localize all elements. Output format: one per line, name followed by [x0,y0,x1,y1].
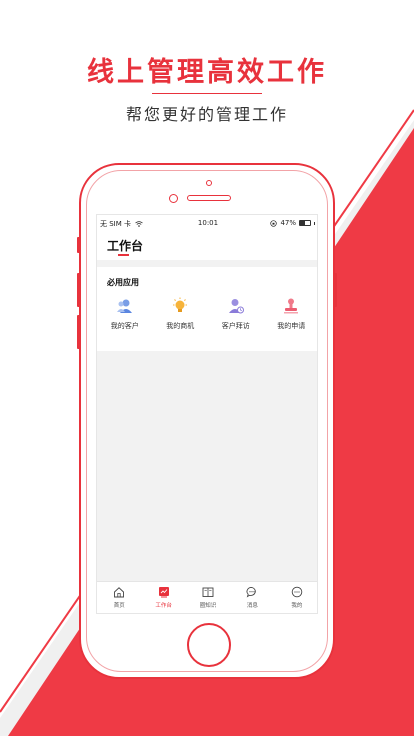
profile-icon [291,586,303,598]
home-icon [114,587,125,598]
tab-label: 我的 [291,603,303,609]
phone-frame: 无 SIM 卡 10:01 47% 工作台 必用应用 我的客户 我的商机 客户拜… [77,163,337,679]
headline-divider [152,93,262,94]
title-underline [118,254,129,256]
stamp-icon [284,298,299,314]
battery-percent: 47% [280,219,296,227]
app-label: 我的申请 [277,322,306,330]
status-bar: 无 SIM 卡 10:01 47% [97,215,317,231]
tab-label: 工作台 [155,603,172,609]
app-label: 我的商机 [166,322,195,330]
battery-icon [299,220,311,226]
phone-volume-up [77,273,80,307]
battery-cap [314,221,315,225]
tab-label: 圈知识 [199,603,217,609]
message-icon [246,587,257,598]
promo-headline: 线上管理高效工作 [87,57,327,88]
tab-profile[interactable]: 我的 [275,582,317,613]
book-icon [202,587,214,597]
tab-label: 消息 [246,603,258,609]
nav-bar: 工作台 [97,231,317,260]
proximity-sensor [169,194,178,203]
workbench-icon [158,587,169,598]
lightbulb-icon [173,297,188,312]
app-my-customers[interactable]: 我的客户 [97,297,153,331]
front-camera [206,180,212,186]
app-my-opportunities[interactable]: 我的商机 [153,297,209,331]
page-title: 工作台 [107,239,144,253]
home-button[interactable] [187,623,231,667]
app-my-applications[interactable]: 我的申请 [264,297,318,331]
phone-screen: 无 SIM 卡 10:01 47% 工作台 必用应用 我的客户 我的商机 客户拜… [96,214,318,614]
apps-grid: 我的客户 我的商机 客户拜访 我的申请 [97,297,318,331]
app-label: 客户拜访 [221,322,250,330]
promo-subline: 帮您更好的管理工作 [125,105,288,124]
visit-icon [228,299,244,314]
status-right: 47% [270,219,315,227]
tab-messages[interactable]: 消息 [230,582,274,613]
tab-bar: 首页 工作台 圈知识 消息 我的 [97,581,317,613]
apps-card: 必用应用 我的客户 我的商机 客户拜访 我的申请 [97,267,318,351]
tab-label: 首页 [113,603,125,609]
tab-workbench[interactable]: 工作台 [141,582,185,613]
phone-volume-down [77,315,80,349]
earpiece-speaker [187,195,231,201]
app-label: 我的客户 [110,322,139,330]
app-customer-visits[interactable]: 客户拜访 [208,297,264,331]
customer-icon [116,299,132,313]
phone-power-button [334,273,337,307]
tab-home[interactable]: 首页 [97,582,141,613]
orientation-lock-icon [270,219,278,227]
phone-silent-switch [77,237,80,253]
tab-knowledge[interactable]: 圈知识 [186,582,230,613]
apps-section-title: 必用应用 [107,278,139,287]
